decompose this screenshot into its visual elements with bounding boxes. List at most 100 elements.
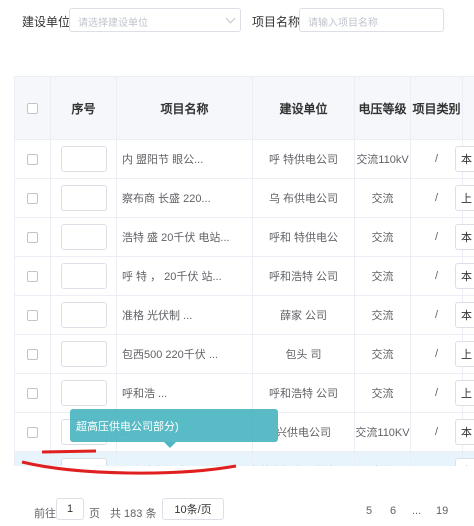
voltage-cell: 交流 xyxy=(355,374,411,412)
page-size-value: 10条/页 xyxy=(174,504,212,516)
row-checkbox[interactable] xyxy=(27,465,38,466)
voltage-cell: 交流110KV xyxy=(355,413,411,451)
voltage-cell: 交流 xyxy=(355,452,411,466)
row-action-button[interactable]: 上 xyxy=(455,341,474,367)
header-category: 项目类别 xyxy=(411,77,463,139)
unit-cell: 呼 特供电公司 xyxy=(253,140,355,178)
goto-label: 前往 xyxy=(34,508,56,520)
table-row[interactable]: 包西500 220千伏 ... 包头 司交流 / 上 xyxy=(15,335,474,374)
row-checkbox-cell xyxy=(15,335,51,373)
index-input[interactable] xyxy=(60,263,107,289)
table-row[interactable]: 浩特 盛 20千伏 电站... 呼和 特供电公 交流 / 本 xyxy=(15,218,474,257)
unit-label: 建设单位 xyxy=(22,15,71,29)
row-action-button[interactable]: 本 xyxy=(455,458,474,466)
row-checkbox[interactable] xyxy=(27,270,38,282)
table-row[interactable]: 呼 特 ， 20千伏 站... 呼和浩特 公司 交流 / 本 xyxy=(15,257,474,296)
index-input[interactable] xyxy=(60,341,107,367)
project-name-cell: 察布商 长盛 220... xyxy=(117,179,253,217)
table-row[interactable]: 准格 光伏制 ... 薛家 公司 交流 / 本 xyxy=(15,296,474,335)
unit-cell: 内蒙古超高压供电公司 xyxy=(253,452,355,466)
row-action-label: 上 xyxy=(461,193,472,205)
row-checkbox[interactable] xyxy=(27,309,38,321)
row-checkbox-cell xyxy=(15,413,51,451)
unit-cell: 薛家 公司 xyxy=(253,296,355,334)
row-action-button[interactable]: 本 xyxy=(455,302,474,328)
project-input[interactable]: 请输入项目名称 xyxy=(299,8,444,32)
row-checkbox-cell xyxy=(15,218,51,256)
unit-cell: 呼和浩特 公司 xyxy=(253,257,355,295)
row-action-button[interactable]: 上 xyxy=(455,185,474,211)
index-cell xyxy=(51,335,117,373)
project-table: 序号 项目名称 建设单位 电压等级 项目类别 内 盟阳节 眼公... 呼 特供电公… xyxy=(14,76,474,466)
table-row[interactable]: 察布商 长盛 220... 乌 布供电公司 交流 / 上 xyxy=(15,179,474,218)
row-checkbox[interactable] xyxy=(27,387,38,399)
row-action-label: 本 xyxy=(461,271,472,283)
voltage-cell: 交流 xyxy=(355,179,411,217)
index-input[interactable] xyxy=(60,224,107,250)
row-checkbox[interactable] xyxy=(27,153,38,165)
row-action-label: 本 xyxy=(461,154,472,166)
project-label: 项目名称 xyxy=(252,15,301,29)
index-input[interactable] xyxy=(60,302,107,328)
unit-cell: 包头 司 xyxy=(253,335,355,373)
index-cell xyxy=(51,218,117,256)
row-checkbox-cell xyxy=(15,452,51,466)
row-action-button[interactable]: 本 xyxy=(455,419,474,445)
project-name-cell: 呼和浩 ... xyxy=(117,374,253,412)
project-name-cell: 准格 光伏制 ... xyxy=(117,296,253,334)
index-cell xyxy=(51,140,117,178)
row-action-button[interactable]: 上 xyxy=(455,380,474,406)
header-voltage: 电压等级 xyxy=(355,77,411,139)
page-suffix: 页 xyxy=(89,508,100,520)
unit-cell: 呼和 特供电公 xyxy=(253,218,355,256)
project-name-cell: 浩特 盛 20千伏 电站... xyxy=(117,218,253,256)
voltage-cell: 交流 xyxy=(355,257,411,295)
page-ellipsis[interactable]: ... xyxy=(412,505,421,517)
tooltip: 超高压供电公司部分) xyxy=(70,409,278,442)
row-checkbox[interactable] xyxy=(27,231,38,243)
index-input[interactable] xyxy=(60,458,107,466)
row-checkbox[interactable] xyxy=(27,348,38,360)
row-checkbox-cell xyxy=(15,257,51,295)
header-unit: 建设单位 xyxy=(253,77,355,139)
page-6[interactable]: 6 xyxy=(390,505,396,517)
goto-page-input[interactable]: 1 xyxy=(56,498,84,520)
select-all-checkbox[interactable] xyxy=(27,102,38,114)
row-action-label: 本 xyxy=(461,427,472,439)
index-input[interactable] xyxy=(60,380,107,406)
page-5[interactable]: 5 xyxy=(366,505,372,517)
row-action-label: 本 xyxy=(461,310,472,322)
row-checkbox-cell xyxy=(15,140,51,178)
row-action-button[interactable]: 本 xyxy=(455,146,474,172)
row-checkbox[interactable] xyxy=(27,426,38,438)
row-action-label: 本 xyxy=(461,463,472,466)
unit-cell: 乌 布供电公司 xyxy=(253,179,355,217)
project-name-cell: 呼 特 ， 20千伏 站... xyxy=(117,257,253,295)
header-checkbox-cell xyxy=(15,77,51,139)
table-row[interactable]: 呼和浩 ... 呼和浩特 公司 交流 / 上 xyxy=(15,374,474,413)
table-row[interactable]: 内 盟阳节 眼公... 呼 特供电公司 交流110kV / 本 xyxy=(15,140,474,179)
unit-select[interactable]: 请选择建设单位 xyxy=(69,8,241,32)
voltage-cell: 交流 xyxy=(355,296,411,334)
chevron-down-icon xyxy=(225,13,236,24)
project-name-cell: 内 盟阳节 眼公... xyxy=(117,140,253,178)
row-action-button[interactable]: 本 xyxy=(455,263,474,289)
row-action-label: 上 xyxy=(461,349,472,361)
page-19[interactable]: 19 xyxy=(436,505,448,517)
index-input[interactable] xyxy=(60,146,107,172)
unit-select-placeholder: 请选择建设单位 xyxy=(78,18,148,29)
index-cell xyxy=(51,179,117,217)
voltage-cell: 交流 xyxy=(355,218,411,256)
unit-cell: 呼和浩特 公司 xyxy=(253,374,355,412)
row-action-button[interactable]: 本 xyxy=(455,224,474,250)
row-checkbox-cell xyxy=(15,374,51,412)
index-input[interactable] xyxy=(60,185,107,211)
page-size-select[interactable]: 10条/页 xyxy=(162,498,224,520)
row-checkbox[interactable] xyxy=(27,192,38,204)
index-cell xyxy=(51,257,117,295)
table-row[interactable]: 鄂尔多斯布乌开关站500千伏...内蒙古超高压供电公司交流/本 xyxy=(15,452,474,466)
voltage-cell: 交流 xyxy=(355,335,411,373)
row-checkbox-cell xyxy=(15,179,51,217)
project-input-placeholder: 请输入项目名称 xyxy=(308,18,378,29)
index-cell xyxy=(51,296,117,334)
